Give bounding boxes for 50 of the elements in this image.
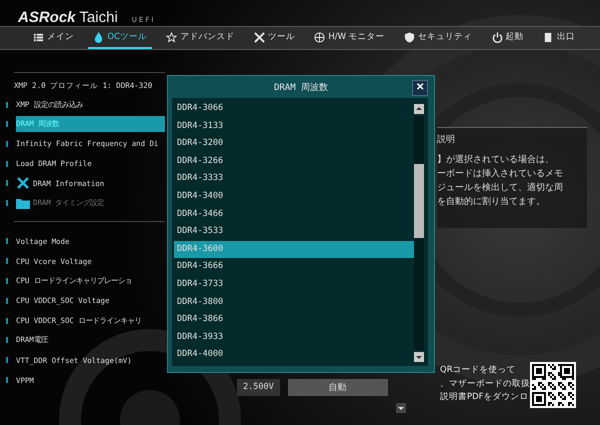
tools-icon [254,32,265,42]
voltage-reading: 2.500V [237,379,280,396]
frequency-option[interactable]: DDR4-3333 [174,170,414,188]
dialog-title: DRAM 周波数 [274,82,328,94]
close-button[interactable]: ✕ [412,80,428,96]
nav-tab[interactable]: 起動 [486,27,529,49]
qr-code [530,362,576,408]
frequency-option[interactable]: DDR4-3400 [174,188,414,206]
frequency-option[interactable]: DDR4-3666 [174,258,414,276]
power-icon [492,32,503,42]
nav-tab[interactable]: ツール [248,27,300,49]
shield-icon [404,32,416,42]
frequency-option[interactable]: DDR4-3266 [174,152,414,170]
nav-tab[interactable]: OCツール [88,27,152,49]
frequency-option[interactable]: DDR4-3866 [174,311,414,329]
frequency-option[interactable]: DDR4-3533 [174,223,414,241]
qr-note-text: 、マザーボードの取扱 [440,378,530,390]
nav-tab[interactable]: H/W モニター [309,27,390,49]
frequency-option[interactable]: DDR4-3133 [174,118,414,136]
description-title: 説明 [437,134,456,146]
frequency-option[interactable]: DDR4-4000 [174,346,414,364]
star-icon [166,32,178,42]
tools-icon [16,176,30,190]
frequency-option[interactable]: DDR4-3733 [174,276,414,294]
list-icon [33,32,44,42]
folder-icon [16,196,30,209]
scroll-down-icon[interactable] [414,352,424,362]
scroll-up-icon[interactable] [414,104,424,114]
qr-note-text: 説明書PDFをダウンロ [440,391,530,404]
scroll-down-icon[interactable] [396,403,406,413]
nav-tab[interactable]: セキュリティ [399,27,478,49]
nav-tab[interactable]: 出口 [538,27,580,49]
flame-icon [93,32,104,42]
qr-note-text: QRコードを使って [440,364,517,377]
logo: ASRock Taichi [18,9,118,26]
scrollbar-thumb[interactable] [414,164,424,238]
description-text: ジュールを検出して、適切な周 [437,182,564,195]
frequency-option[interactable]: DDR4-3466 [174,206,414,224]
nav-tab[interactable]: アドバンスド [161,27,240,49]
nav-tab[interactable]: メイン [28,27,79,49]
frequency-option[interactable]: DDR4-3200 [174,135,414,153]
door-icon [542,32,554,42]
frequency-option[interactable]: DDR4-3800 [174,294,414,312]
globe-icon [314,32,326,42]
description-text: ーボードは挿入されているメモ [437,168,564,181]
frequency-option[interactable]: DDR4-3933 [174,328,414,346]
value-dropdown[interactable]: 自動 [288,379,388,396]
description-text: を自動的に割り当てます。 [437,196,546,209]
frequency-option[interactable]: DDR4-3066 [174,100,414,118]
description-text: 】が選択されている場合は、 [437,154,555,167]
